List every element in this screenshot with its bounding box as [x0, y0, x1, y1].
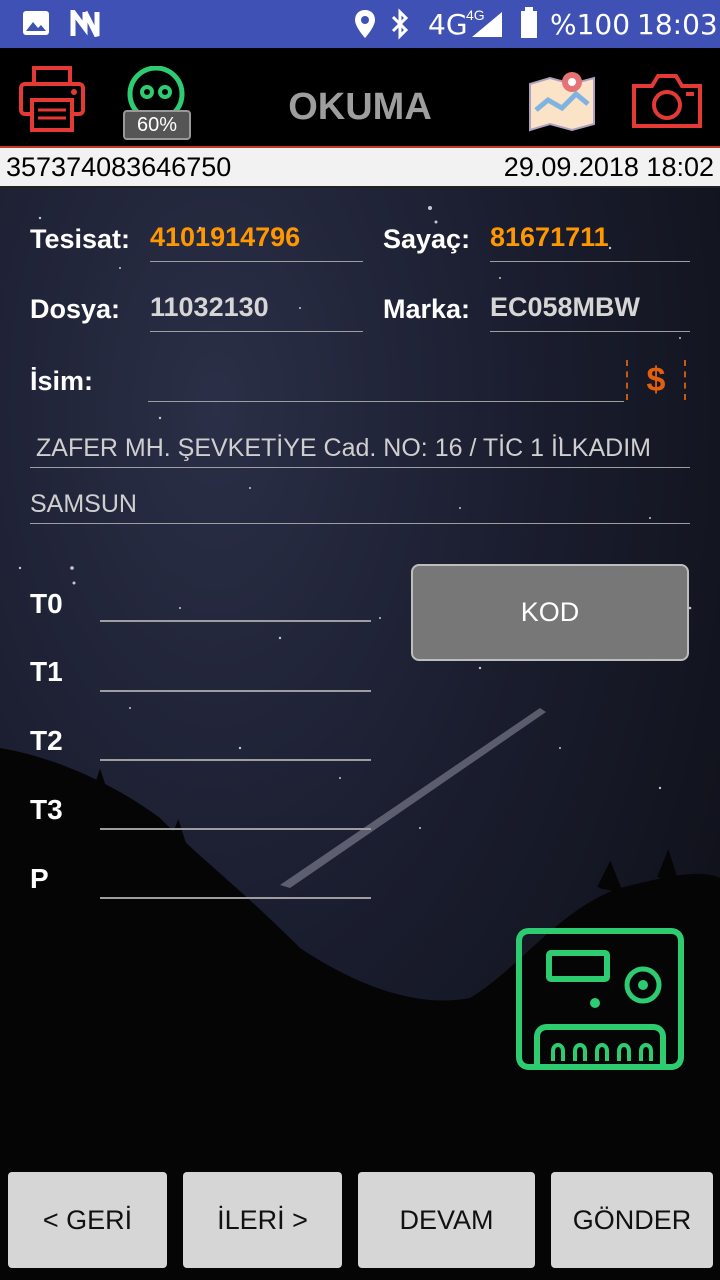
send-button[interactable]: GÖNDER — [551, 1172, 713, 1268]
t3-input[interactable] — [100, 788, 371, 830]
isim-field[interactable] — [148, 362, 624, 402]
sayac-label: Sayaç: — [383, 224, 471, 254]
bluetooth-icon — [391, 8, 409, 40]
kod-button[interactable]: KOD — [411, 564, 689, 661]
location-icon — [355, 10, 375, 38]
p-input[interactable] — [100, 857, 371, 899]
signal-icon — [472, 12, 502, 37]
t0-input[interactable] — [100, 580, 371, 622]
t2-input[interactable] — [100, 719, 371, 761]
t3-label: T3 — [30, 794, 63, 825]
status-bar: 4G 4G %100 18:03 — [0, 0, 720, 48]
printer-icon[interactable] — [18, 66, 86, 132]
map-icon[interactable] — [528, 70, 596, 132]
app-bar: 60% OKUMA — [0, 48, 720, 148]
reading-datetime: 29.09.2018 18:02 — [503, 152, 714, 182]
meter-reader-icon[interactable] — [126, 66, 186, 114]
p-label: P — [30, 863, 49, 894]
t2-label: T2 — [30, 725, 63, 756]
electric-meter-icon[interactable] — [515, 925, 685, 1073]
isim-label: İsim: — [30, 366, 94, 396]
info-bar: 357374083646750 29.09.2018 18:02 — [0, 148, 720, 188]
address-line-1[interactable]: ZAFER MH. ŞEVKETİYE Cad. NO: 16 / TİC 1 … — [30, 434, 690, 468]
tesisat-field[interactable]: 4101914796 — [150, 222, 363, 262]
dosya-field[interactable]: 11032130 — [150, 292, 363, 332]
continue-button[interactable]: DEVAM — [358, 1172, 535, 1268]
dollar-button[interactable]: $ — [626, 360, 686, 400]
t1-label: T1 — [30, 656, 63, 687]
battery-level: %100 — [550, 8, 631, 41]
network-type: 4G — [428, 8, 468, 41]
sayac-field[interactable]: 81671711 — [490, 222, 690, 262]
dollar-icon: $ — [646, 361, 666, 399]
battery-badge: 60% — [123, 110, 191, 140]
t1-input[interactable] — [100, 650, 371, 692]
marka-label: Marka: — [383, 294, 471, 324]
device-id: 357374083646750 — [6, 152, 232, 182]
marka-field[interactable]: EC058MBW — [490, 292, 690, 332]
n-icon — [70, 10, 100, 38]
address-line-2[interactable]: SAMSUN — [30, 490, 690, 524]
dosya-label: Dosya: — [30, 294, 121, 324]
camera-icon[interactable] — [630, 72, 704, 130]
tesisat-label: Tesisat: — [30, 224, 131, 254]
t0-label: T0 — [30, 588, 63, 619]
image-icon — [23, 11, 49, 35]
back-button[interactable]: < GERİ — [8, 1172, 167, 1268]
clock: 18:03 — [637, 8, 718, 41]
page-title: OKUMA — [288, 86, 432, 128]
battery-icon — [521, 7, 537, 38]
next-button[interactable]: İLERİ > — [183, 1172, 342, 1268]
